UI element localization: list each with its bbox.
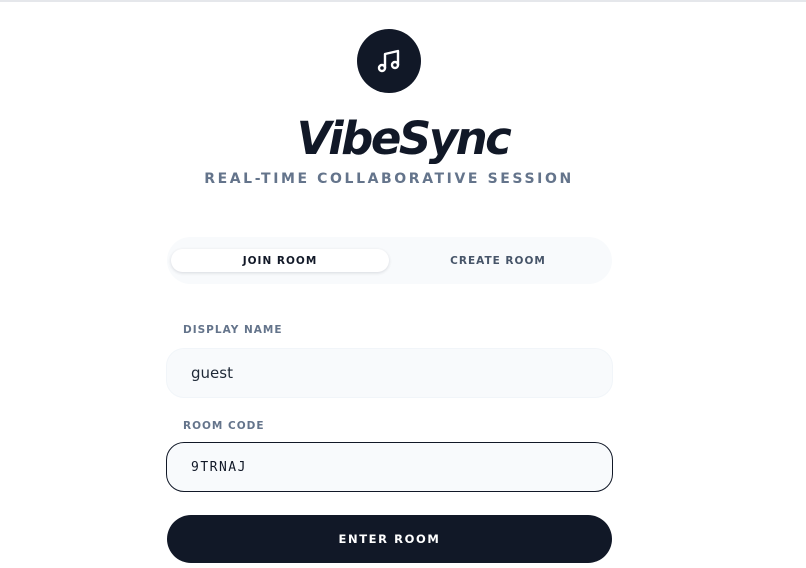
- logo-badge: [357, 29, 421, 93]
- app-tagline: REAL-TIME COLLABORATIVE SESSION: [204, 171, 574, 187]
- room-code-value: 9TRNAJ: [191, 459, 247, 475]
- room-mode-tabs: JOIN ROOM CREATE ROOM: [167, 237, 612, 284]
- app-title: VibeSync: [296, 112, 512, 165]
- room-code-input[interactable]: 9TRNAJ: [166, 442, 613, 492]
- display-name-label: DISPLAY NAME: [183, 324, 283, 336]
- enter-room-button[interactable]: ENTER ROOM: [167, 515, 612, 563]
- room-code-label: ROOM CODE: [183, 420, 265, 432]
- tab-create-room[interactable]: CREATE ROOM: [389, 249, 607, 272]
- tab-join-room[interactable]: JOIN ROOM: [171, 249, 389, 272]
- display-name-value: guest: [191, 364, 233, 382]
- top-divider: [0, 0, 806, 2]
- display-name-input[interactable]: guest: [166, 348, 613, 398]
- music-note-icon: [377, 49, 400, 73]
